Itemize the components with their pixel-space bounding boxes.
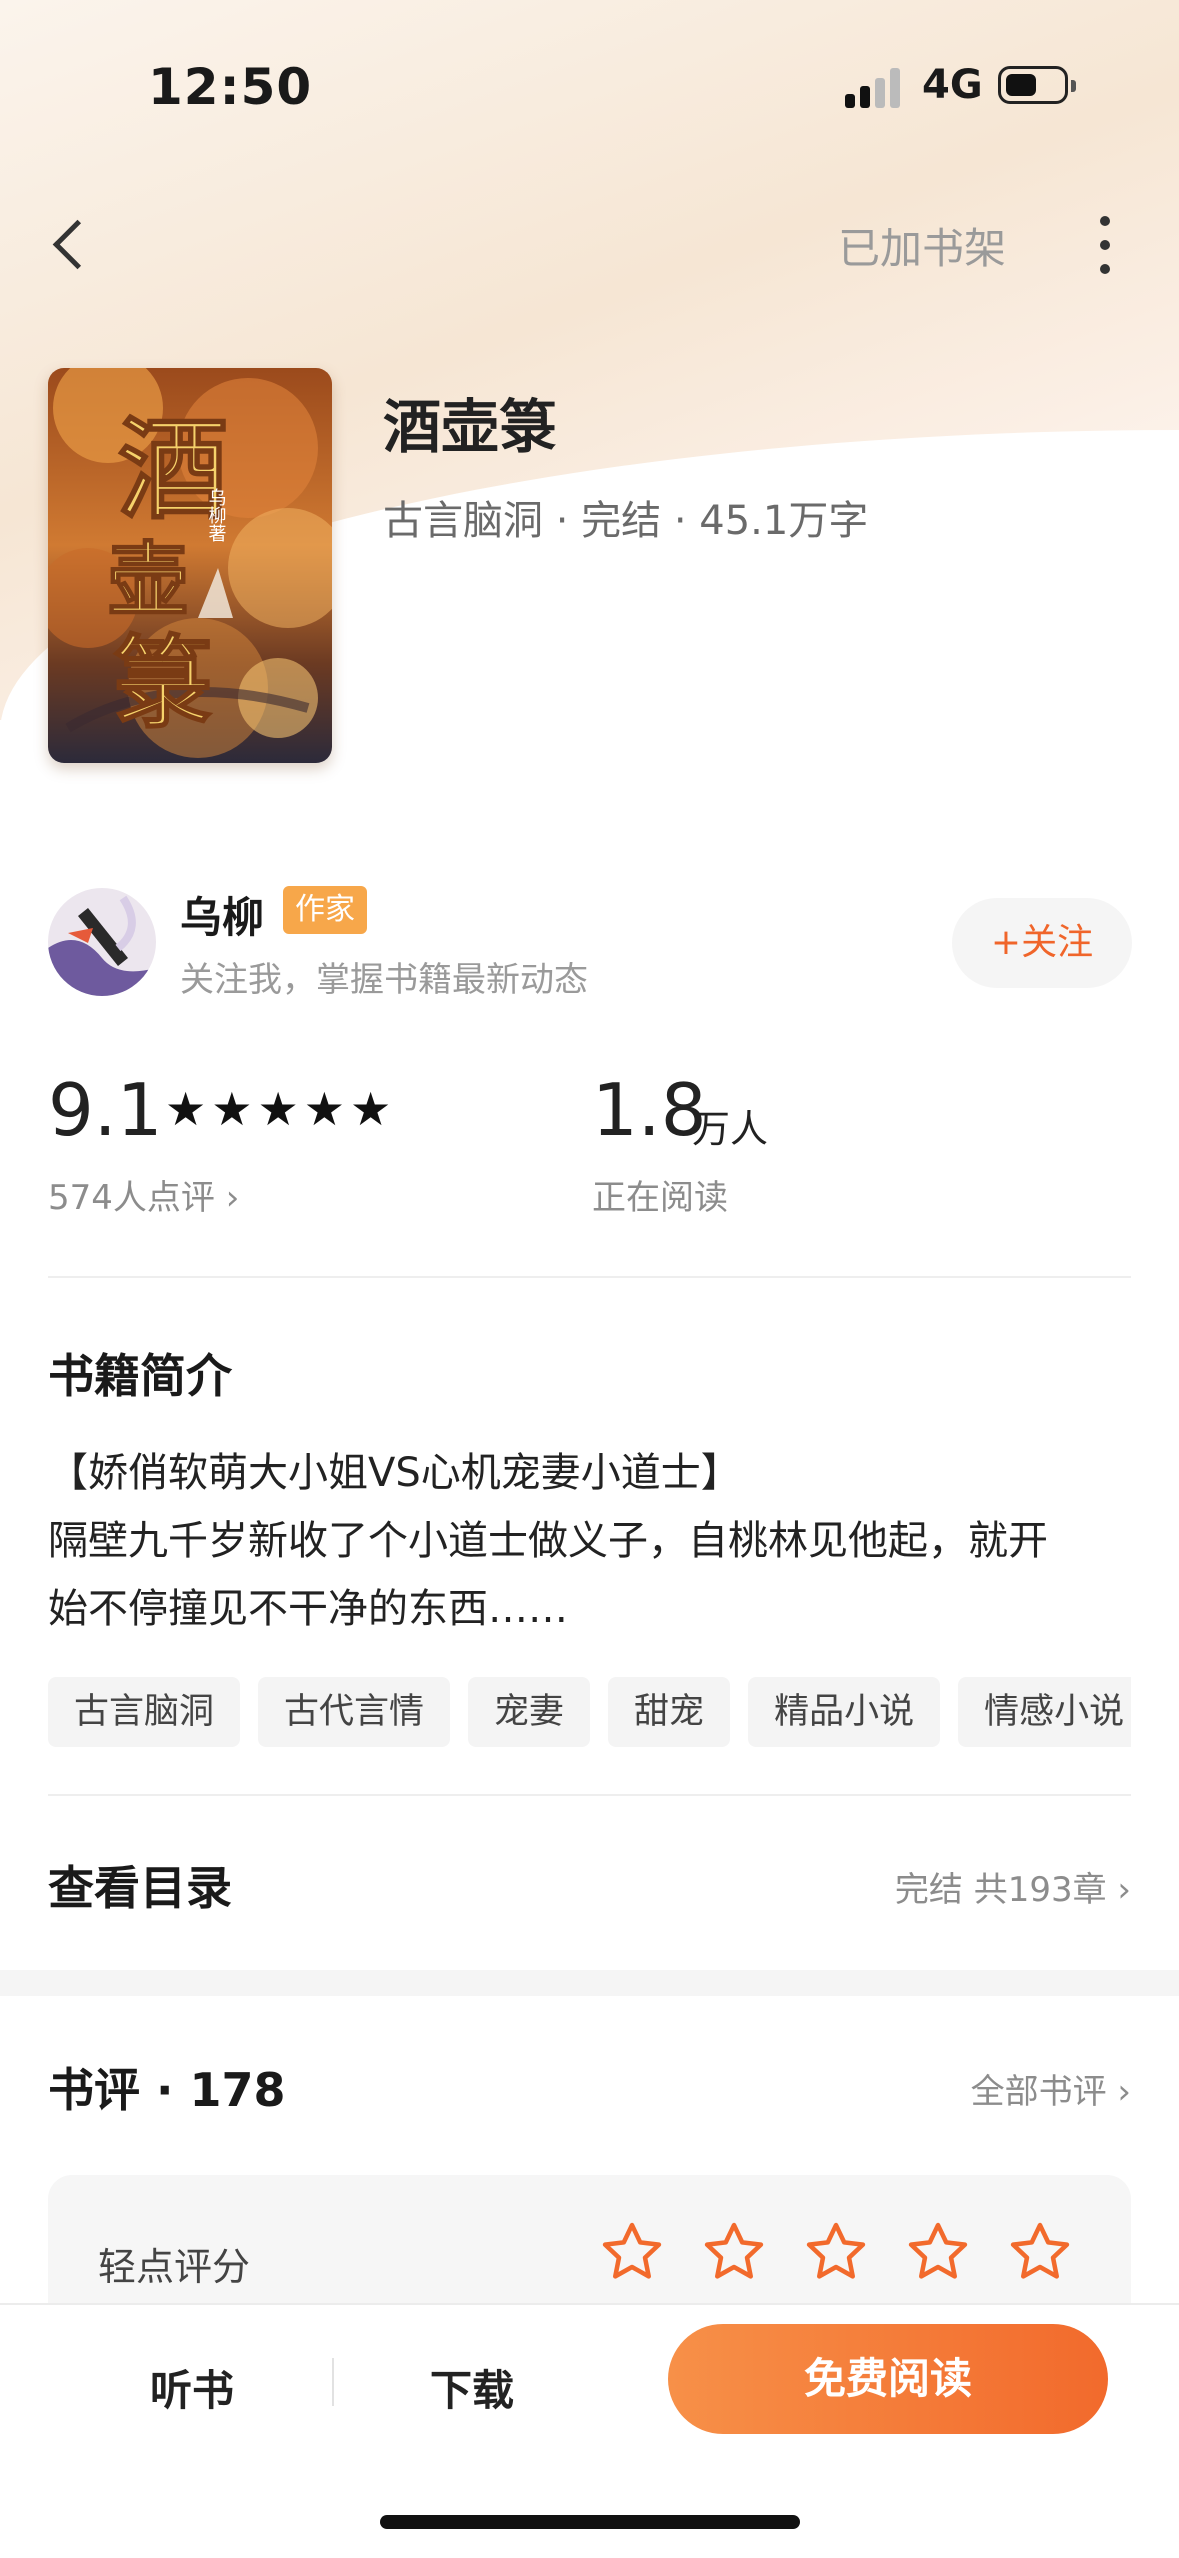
catalog-info: 完结 共193章 › xyxy=(894,1870,1131,1910)
back-icon[interactable] xyxy=(40,205,100,285)
reading-count: 1.8 xyxy=(592,1068,707,1152)
free-read-button[interactable]: 免费阅读 xyxy=(668,2324,1108,2434)
bottom-separator xyxy=(332,2358,334,2406)
author-description: 关注我，掌握书籍最新动态 xyxy=(180,960,588,1000)
catalog-label: 查看目录 xyxy=(48,1861,232,1915)
star-outline-icon[interactable] xyxy=(904,2218,972,2286)
star-icon: ★ xyxy=(165,1082,207,1136)
network-type: 4G xyxy=(922,62,983,108)
battery-icon xyxy=(998,66,1076,104)
author-avatar[interactable] xyxy=(48,888,156,996)
book-meta: 古言脑洞 · 完结 · 45.1万字 xyxy=(383,498,869,544)
reading-label: 正在阅读 xyxy=(592,1178,728,1218)
avatar-image xyxy=(48,888,156,996)
tag[interactable]: 情感小说 xyxy=(958,1677,1131,1747)
star-outline-icon[interactable] xyxy=(700,2218,768,2286)
tag[interactable]: 精品小说 xyxy=(748,1677,941,1747)
section-separator xyxy=(0,1970,1179,1996)
download-button[interactable]: 下载 xyxy=(430,2357,514,2418)
rating-stars: ★ ★ ★ ★ ★ xyxy=(165,1084,391,1134)
cover-art: 酒 壶 箓 乌柳著 xyxy=(48,368,332,763)
book-title: 酒壶箓 xyxy=(383,393,558,461)
synopsis-line: 【娇俏软萌大小姐VS心机宠妻小道士】 xyxy=(48,1450,741,1496)
synopsis-line: 隔壁九千岁新收了个小道士做义子，自桃林见他起，就开 xyxy=(48,1518,1048,1564)
svg-text:箓: 箓 xyxy=(113,624,213,742)
tag[interactable]: 甜宠 xyxy=(608,1677,731,1747)
rate-stars xyxy=(598,2218,1074,2286)
star-icon: ★ xyxy=(350,1082,392,1136)
signal-icon xyxy=(845,68,903,108)
star-outline-icon[interactable] xyxy=(598,2218,666,2286)
rating-value: 9.1 xyxy=(48,1068,163,1152)
reviews-title: 书评 · 178 xyxy=(48,2063,286,2117)
author-badge: 作家 xyxy=(283,886,367,934)
star-icon: ★ xyxy=(303,1082,345,1136)
listen-button[interactable]: 听书 xyxy=(150,2357,234,2418)
synopsis-title: 书籍简介 xyxy=(48,1349,232,1403)
shelf-status[interactable]: 已加书架 xyxy=(838,215,1006,276)
rate-label: 轻点评分 xyxy=(98,2245,251,2289)
star-outline-icon[interactable] xyxy=(1006,2218,1074,2286)
divider xyxy=(48,1794,1131,1796)
home-indicator[interactable] xyxy=(380,2515,800,2529)
svg-text:乌柳著: 乌柳著 xyxy=(206,488,227,542)
author-name[interactable]: 乌柳 xyxy=(180,884,264,945)
tag[interactable]: 古代言情 xyxy=(258,1677,451,1747)
book-cover[interactable]: 酒 壶 箓 乌柳著 xyxy=(48,368,332,763)
svg-text:壶: 壶 xyxy=(108,533,188,627)
more-icon[interactable] xyxy=(1090,208,1120,288)
all-reviews-link[interactable]: 全部书评 › xyxy=(971,2064,1131,2113)
star-icon: ★ xyxy=(211,1082,253,1136)
synopsis-line: 始不停撞见不干净的东西…… xyxy=(48,1586,568,1632)
divider xyxy=(48,1276,1131,1278)
status-time: 12:50 xyxy=(148,58,313,116)
follow-button[interactable]: +关注 xyxy=(952,898,1132,988)
reading-unit: 万人 xyxy=(692,1107,769,1151)
tag[interactable]: 古言脑洞 xyxy=(48,1677,241,1747)
star-icon: ★ xyxy=(257,1082,299,1136)
rating-count-link[interactable]: 574人点评 › xyxy=(48,1170,239,1219)
tag-list: 古言脑洞 古代言情 宠妻 甜宠 精品小说 情感小说 xyxy=(48,1677,1131,1747)
star-outline-icon[interactable] xyxy=(802,2218,870,2286)
tag[interactable]: 宠妻 xyxy=(468,1677,591,1747)
